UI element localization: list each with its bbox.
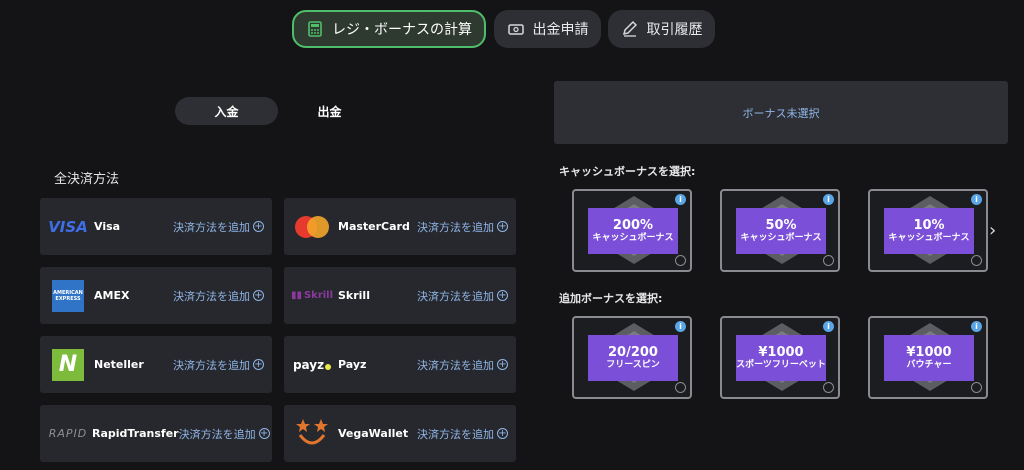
chevron-right-icon[interactable]: ›	[989, 220, 996, 241]
bonus-type: キャッシュボーナス	[740, 233, 822, 243]
vegawallet-logo-icon	[292, 417, 332, 451]
radio-button[interactable]	[823, 255, 834, 266]
plus-circle-icon: +	[497, 427, 508, 439]
add-method-link[interactable]: 決済方法を追加 +	[173, 357, 264, 373]
bonus-amount: ¥1000	[758, 345, 804, 360]
payment-method-payz[interactable]: payz Payz 決済方法を追加 +	[284, 336, 516, 393]
radio-button[interactable]	[971, 382, 982, 393]
info-icon[interactable]: i	[823, 321, 834, 332]
amex-logo-icon: AMERICAN EXPRESS	[48, 279, 88, 313]
add-method-link[interactable]: 決済方法を追加 +	[417, 357, 508, 373]
bonus-amount: ¥1000	[906, 345, 952, 360]
method-name: RapidTransfer	[92, 427, 179, 440]
plus-circle-icon: +	[258, 427, 270, 439]
add-method-link[interactable]: 決済方法を追加 +	[179, 426, 270, 442]
visa-logo-icon: VISA	[48, 217, 88, 236]
extra-bonus-card[interactable]: ¥1000 スポーツフリーベット i	[720, 316, 840, 399]
plus-circle-icon: +	[497, 358, 508, 370]
payment-method-skrill[interactable]: ▮▮ Skrill Skrill 決済方法を追加 +	[284, 267, 516, 324]
cash-bonus-card[interactable]: 50% キャッシュボーナス i	[720, 189, 840, 272]
info-icon[interactable]: i	[675, 321, 686, 332]
extra-bonus-card[interactable]: ¥1000 バウチャー i	[868, 316, 988, 399]
withdraw-label: 出金	[317, 104, 342, 119]
bonus-type: スポーツフリーベット	[736, 360, 826, 370]
neteller-logo-icon: N	[48, 348, 88, 382]
add-method-link[interactable]: 決済方法を追加 +	[417, 426, 508, 442]
bonus-amount: 200%	[612, 218, 654, 233]
plus-circle-icon: +	[253, 220, 264, 232]
mastercard-logo-icon	[292, 210, 332, 244]
info-icon[interactable]: i	[971, 194, 982, 205]
cash-icon	[507, 24, 524, 35]
bonus-label: 10% キャッシュボーナス	[884, 208, 974, 254]
calculator-icon	[308, 21, 322, 37]
payment-method-visa[interactable]: VISA Visa 決済方法を追加 +	[40, 198, 272, 255]
methods-title: 全決済方法	[54, 172, 120, 187]
payment-method-mastercard[interactable]: MasterCard 決済方法を追加 +	[284, 198, 516, 255]
withdraw-toggle[interactable]: 出金	[278, 97, 381, 125]
plus-circle-icon: +	[253, 289, 264, 301]
bonus-label: ¥1000 スポーツフリーベット	[736, 335, 826, 381]
method-name: Visa	[94, 220, 121, 233]
bonus-label: 200% キャッシュボーナス	[588, 208, 678, 254]
bonus-type: キャッシュボーナス	[592, 233, 674, 243]
bonus-amount: 20/200	[608, 345, 658, 360]
bonus-label: 50% キャッシュボーナス	[736, 208, 826, 254]
add-method-link[interactable]: 決済方法を追加 +	[173, 288, 264, 304]
tab-bonus-calculator[interactable]: レジ・ボーナスの計算	[292, 10, 486, 48]
cash-bonus-card[interactable]: 200% キャッシュボーナス i	[572, 189, 692, 272]
method-name: VegaWallet	[338, 427, 409, 440]
tab-label: 取引履歴	[646, 22, 703, 38]
bonus-type: キャッシュボーナス	[888, 233, 970, 243]
bonus-amount: 10%	[913, 218, 945, 233]
payment-method-rapidtransfer[interactable]: RAPID RapidTransfer 決済方法を追加 +	[40, 405, 272, 462]
method-name: MasterCard	[338, 220, 410, 233]
tab-transaction-history[interactable]: 取引履歴	[608, 10, 715, 48]
payz-logo-icon: payz	[292, 348, 332, 382]
method-name: AMEX	[94, 289, 130, 302]
skrill-logo-icon: ▮▮ Skrill	[290, 290, 334, 301]
method-name: Neteller	[94, 358, 144, 371]
radio-button[interactable]	[823, 382, 834, 393]
cash-bonus-card[interactable]: 10% キャッシュボーナス i	[868, 189, 988, 272]
pencil-icon	[622, 20, 637, 37]
bonus-label: 20/200 フリースピン	[588, 335, 678, 381]
plus-circle-icon: +	[497, 220, 508, 232]
add-method-link[interactable]: 決済方法を追加 +	[417, 219, 508, 235]
method-name: Payz	[338, 358, 367, 371]
bonus-status-box: ボーナス未選択	[554, 81, 1008, 144]
rapidtransfer-logo-icon: RAPID	[48, 427, 88, 440]
info-icon[interactable]: i	[971, 321, 982, 332]
add-method-link[interactable]: 決済方法を追加 +	[417, 288, 508, 304]
extra-bonus-card[interactable]: 20/200 フリースピン i	[572, 316, 692, 399]
bonus-label: ¥1000 バウチャー	[884, 335, 974, 381]
bonus-status-text: ボーナス未選択	[742, 106, 820, 120]
payment-method-vegawallet[interactable]: VegaWallet 決済方法を追加 +	[284, 405, 516, 462]
bonus-amount: 50%	[765, 218, 797, 233]
cash-bonus-title: キャッシュボーナスを選択:	[559, 165, 696, 178]
tab-label: 出金申請	[532, 22, 589, 38]
tab-withdrawal-request[interactable]: 出金申請	[494, 10, 601, 48]
bonus-type: バウチャー	[906, 360, 952, 370]
radio-button[interactable]	[675, 382, 686, 393]
payment-method-amex[interactable]: AMERICAN EXPRESS AMEX 決済方法を追加 +	[40, 267, 272, 324]
plus-circle-icon: +	[253, 358, 264, 370]
extra-bonus-title: 追加ボーナスを選択:	[559, 292, 663, 305]
bonus-type: フリースピン	[606, 360, 660, 370]
deposit-label: 入金	[214, 104, 239, 119]
radio-button[interactable]	[675, 255, 686, 266]
tab-label: レジ・ボーナスの計算	[332, 22, 472, 38]
add-method-link[interactable]: 決済方法を追加 +	[173, 219, 264, 235]
info-icon[interactable]: i	[675, 194, 686, 205]
payment-method-neteller[interactable]: N Neteller 決済方法を追加 +	[40, 336, 272, 393]
method-name: Skrill	[338, 289, 370, 302]
radio-button[interactable]	[971, 255, 982, 266]
deposit-toggle[interactable]: 入金	[175, 97, 278, 125]
plus-circle-icon: +	[497, 289, 508, 301]
info-icon[interactable]: i	[823, 194, 834, 205]
